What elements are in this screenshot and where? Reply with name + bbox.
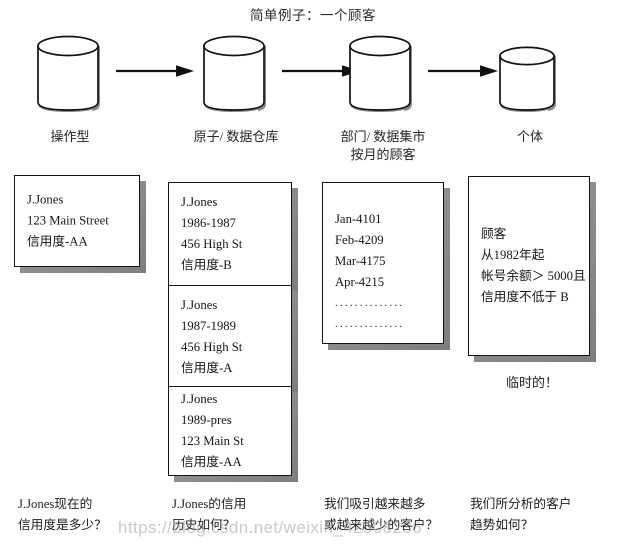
page-title: 简单例子：一个顾客 <box>250 8 376 23</box>
card-text-line: 1989-pres <box>181 413 232 427</box>
question-line: 历史如何？ <box>172 518 236 532</box>
stage-label-departmental: 部门/ 数据集市 按月的顾客 <box>310 128 456 164</box>
question-line: 我们所分析的客户 <box>470 497 572 511</box>
card-text-line: 信用度-A <box>181 361 233 375</box>
card-text-line: .............. <box>335 318 405 330</box>
database-cylinder-icon-individual <box>494 42 566 112</box>
card-text-line: Feb-4209 <box>335 233 384 247</box>
card-face: J.Jones 1989-pres 123 Main St 信用度-AA <box>168 386 292 476</box>
question-line: J.Jones现在的 <box>18 497 93 511</box>
stage-label-individual: 个体 <box>468 128 592 146</box>
card-text-line: 信用度-AA <box>27 234 88 249</box>
question-customer-trend: 我们吸引越来越多 或越来越少的客户？ <box>324 494 438 536</box>
card-text-line: J.Jones <box>181 298 218 312</box>
stage-label-operational: 操作型 <box>0 128 140 146</box>
card-face: J.Jones 1987-1989 456 High St 信用度-A <box>168 285 292 389</box>
stage-label-text: 操作型 <box>50 129 90 144</box>
card-text-line: 1986-1987 <box>181 216 236 230</box>
stage-label-text: 部门/ 数据集市 <box>340 129 426 144</box>
card-text-line: .............. <box>335 297 405 309</box>
card-text-line: 帐号余额＞ 5000且 <box>481 269 586 283</box>
question-line: 或越来越少的客户？ <box>324 518 439 532</box>
card-text-line: 456 High St <box>181 237 243 251</box>
card-text-line: Mar-4175 <box>335 254 386 268</box>
arrow-departmental-to-individual <box>428 63 500 79</box>
card-text-line: Apr-4215 <box>335 275 385 289</box>
question-line: 信用度是多少？ <box>18 518 107 532</box>
database-cylinder-icon-atomic <box>196 30 278 112</box>
stage-label-text: 个体 <box>516 129 543 144</box>
card-operational-current: J.Jones 123 Main Street 信用度-AA <box>14 175 146 273</box>
card-text-line: 信用度不低于 B <box>481 290 569 304</box>
card-face: 顾客 从1982年起 帐号余额＞ 5000且 信用度不低于 B <box>468 176 590 356</box>
card-text-line: 123 Main Street <box>27 213 109 228</box>
card-text-line: J.Jones <box>181 195 218 209</box>
question-line: 我们吸引越来越多 <box>324 497 426 511</box>
stage-label-text: 原子/ 数据仓库 <box>193 129 279 144</box>
card-face: J.Jones 123 Main Street 信用度-AA <box>14 175 140 267</box>
question-analysis-trend: 我们所分析的客户 趋势如何？ <box>470 494 572 536</box>
question-credit-history: J.Jones的信用 历史如何？ <box>172 494 246 536</box>
card-text-line: 从1982年起 <box>481 248 545 262</box>
card-text-line: J.Jones <box>27 192 64 207</box>
database-cylinder-icon-operational <box>30 30 112 112</box>
temporary-note: 临时的！ <box>506 375 559 390</box>
card-text-line: 1987-1989 <box>181 319 236 333</box>
card-warehouse-1989-pres: J.Jones 1989-pres 123 Main St 信用度-AA <box>168 386 298 482</box>
question-line: 趋势如何？ <box>470 518 534 532</box>
question-current-credit: J.Jones现在的 信用度是多少？ <box>18 494 107 536</box>
card-text-line: 123 Main St <box>181 434 244 448</box>
question-line: J.Jones的信用 <box>172 497 247 511</box>
card-text-line: 456 High St <box>181 340 243 354</box>
stage-label-atomic: 原子/ 数据仓库 <box>166 128 306 146</box>
database-cylinder-icon-departmental <box>342 30 424 112</box>
card-warehouse-1987-1989: J.Jones 1987-1989 456 High St 信用度-A <box>168 285 298 395</box>
card-text-line: 顾客 <box>481 227 507 241</box>
card-warehouse-1986-1987: J.Jones 1986-1987 456 High St 信用度-B <box>168 182 298 292</box>
card-text-line: Jan-4101 <box>335 212 382 226</box>
card-face: Jan-4101 Feb-4209 Mar-4175 Apr-4215 ....… <box>322 182 444 344</box>
stage-sublabel-text: 按月的顾客 <box>350 147 416 162</box>
card-text-line: 信用度-B <box>181 258 232 272</box>
arrow-operational-to-atomic <box>116 63 196 79</box>
card-face: J.Jones 1986-1987 456 High St 信用度-B <box>168 182 292 286</box>
card-individual-query: 顾客 从1982年起 帐号余额＞ 5000且 信用度不低于 B <box>468 176 596 362</box>
card-text-line: J.Jones <box>181 392 218 406</box>
card-datamart-monthly: Jan-4101 Feb-4209 Mar-4175 Apr-4215 ....… <box>322 182 450 350</box>
card-text-line: 信用度-AA <box>181 455 242 469</box>
